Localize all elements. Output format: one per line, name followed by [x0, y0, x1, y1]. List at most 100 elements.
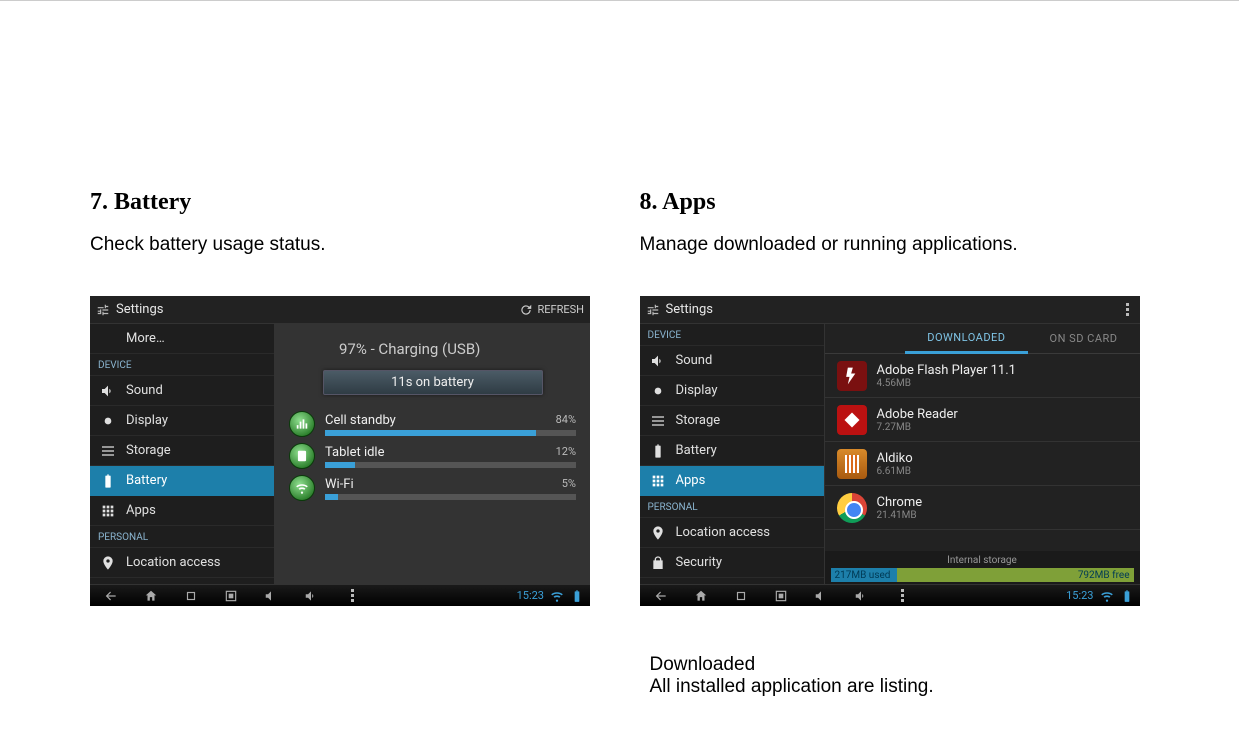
tab-on-sd-card[interactable]: ON SD CARD: [1028, 324, 1140, 353]
screenshot-button[interactable]: [222, 587, 240, 605]
home-button[interactable]: [142, 587, 160, 605]
section-battery: 7. Battery Check battery usage status. S…: [90, 189, 600, 698]
usage-row-wifi[interactable]: Wi-Fi 5%: [289, 475, 576, 501]
header-title: Settings: [666, 302, 713, 317]
tab-downloaded[interactable]: DOWNLOADED: [905, 324, 1027, 354]
location-icon: [650, 525, 666, 541]
battery-time-badge[interactable]: 11s on battery: [323, 370, 543, 395]
sidebar-item-battery[interactable]: Battery: [640, 436, 824, 466]
clock-text: 15:23: [517, 589, 544, 602]
sidebar-item-apps[interactable]: Apps: [90, 496, 274, 526]
sidebar-item-label: Sound: [676, 353, 713, 368]
list-icon: [650, 413, 666, 429]
sidebar-item-label: Apps: [126, 503, 156, 518]
battery-icon: [100, 473, 116, 489]
refresh-button[interactable]: REFRESH: [519, 303, 584, 317]
sidebar-item-more[interactable]: More…: [90, 324, 274, 354]
aldiko-icon: [837, 449, 867, 479]
sidebar-item-label: More…: [126, 331, 165, 346]
sidebar-item-location[interactable]: Location access: [90, 548, 274, 578]
app-name: Adobe Reader: [877, 407, 1128, 422]
volume-up-button[interactable]: [852, 587, 870, 605]
usage-label: Tablet idle: [325, 445, 385, 460]
location-icon: [100, 555, 116, 571]
sidebar-item-sound[interactable]: Sound: [640, 346, 824, 376]
screenshot-header: Settings REFRESH: [90, 296, 590, 324]
sidebar-item-storage[interactable]: Storage: [640, 406, 824, 436]
apps-tabs: DOWNLOADED ON SD CARD: [825, 324, 1140, 354]
settings-icon: [646, 303, 660, 317]
wifi-status-icon: [1100, 589, 1114, 603]
sidebar-item-display[interactable]: Display: [90, 406, 274, 436]
sidebar-item-label: Location access: [676, 525, 771, 540]
usage-pct: 5%: [562, 477, 576, 492]
volume-icon: [100, 383, 116, 399]
sidebar-item-label: Security: [676, 555, 723, 570]
apps-content: DOWNLOADED ON SD CARD Adobe Flash Player…: [825, 324, 1140, 584]
overflow-button[interactable]: [1118, 303, 1134, 316]
system-navbar: 15:23: [90, 584, 590, 606]
screenshot-apps: Settings DEVICE Sound Display: [640, 296, 1140, 606]
storage-label: Internal storage: [831, 555, 1134, 566]
volume-icon: [650, 353, 666, 369]
app-row[interactable]: Adobe Reader 7.27MB: [825, 398, 1140, 442]
back-button[interactable]: [652, 587, 670, 605]
sidebar-section-device: DEVICE: [90, 354, 274, 376]
sidebar-item-storage[interactable]: Storage: [90, 436, 274, 466]
adobe-reader-icon: [837, 405, 867, 435]
wifi-status-icon: [550, 589, 564, 603]
usage-row-cell-standby[interactable]: Cell standby 84%: [289, 411, 576, 437]
battery-status-icon: [570, 589, 584, 603]
volume-down-button[interactable]: [812, 587, 830, 605]
apps-footer-line1: Downloaded: [650, 654, 1150, 676]
home-button[interactable]: [692, 587, 710, 605]
settings-icon: [96, 303, 110, 317]
app-size: 6.61MB: [877, 466, 1128, 477]
sidebar-section-device: DEVICE: [640, 324, 824, 346]
screenshot-button[interactable]: [772, 587, 790, 605]
sidebar-item-apps[interactable]: Apps: [640, 466, 824, 496]
app-row[interactable]: Adobe Flash Player 11.1 4.56MB: [825, 354, 1140, 398]
system-navbar: 15:23: [640, 584, 1140, 606]
sidebar-item-label: Apps: [676, 473, 706, 488]
sidebar-item-display[interactable]: Display: [640, 376, 824, 406]
flash-player-icon: [837, 361, 867, 391]
usage-pct: 12%: [556, 445, 576, 460]
back-button[interactable]: [102, 587, 120, 605]
chrome-icon: [837, 493, 867, 523]
app-row[interactable]: Aldiko 6.61MB: [825, 442, 1140, 486]
volume-up-button[interactable]: [302, 587, 320, 605]
usage-label: Cell standby: [325, 413, 396, 428]
usage-bar: [325, 430, 576, 436]
refresh-label: REFRESH: [537, 303, 584, 316]
apps-icon: [100, 503, 116, 519]
app-list[interactable]: Adobe Flash Player 11.1 4.56MB Adobe Rea…: [825, 354, 1140, 530]
storage-summary: Internal storage 217MB used 792MB free: [825, 551, 1140, 584]
recent-button[interactable]: [732, 587, 750, 605]
app-size: 7.27MB: [877, 422, 1128, 433]
status-bar[interactable]: 15:23: [1066, 589, 1133, 603]
battery-status-icon: [1120, 589, 1134, 603]
app-row[interactable]: Chrome 21.41MB: [825, 486, 1140, 530]
usage-row-tablet-idle[interactable]: Tablet idle 12%: [289, 443, 576, 469]
brightness-icon: [650, 383, 666, 399]
app-name: Adobe Flash Player 11.1: [877, 363, 1128, 378]
overflow-button[interactable]: [342, 587, 360, 605]
sidebar-item-label: Storage: [126, 443, 171, 458]
sidebar-item-security[interactable]: Security: [640, 548, 824, 578]
sidebar-item-battery[interactable]: Battery: [90, 466, 274, 496]
sidebar-item-label: Battery: [676, 443, 717, 458]
sidebar-item-sound[interactable]: Sound: [90, 376, 274, 406]
screenshot-battery: Settings REFRESH More… DEVICE: [90, 296, 590, 606]
sidebar-item-label: Location access: [126, 555, 221, 570]
sidebar-item-label: Display: [126, 413, 168, 428]
volume-down-button[interactable]: [262, 587, 280, 605]
section-title-battery: 7. Battery: [90, 189, 600, 216]
sidebar-section-personal: PERSONAL: [640, 496, 824, 518]
sidebar-item-location[interactable]: Location access: [640, 518, 824, 548]
signal-icon: [289, 411, 315, 437]
recent-button[interactable]: [182, 587, 200, 605]
status-bar[interactable]: 15:23: [517, 589, 584, 603]
apps-icon: [650, 473, 666, 489]
overflow-button[interactable]: [892, 587, 910, 605]
